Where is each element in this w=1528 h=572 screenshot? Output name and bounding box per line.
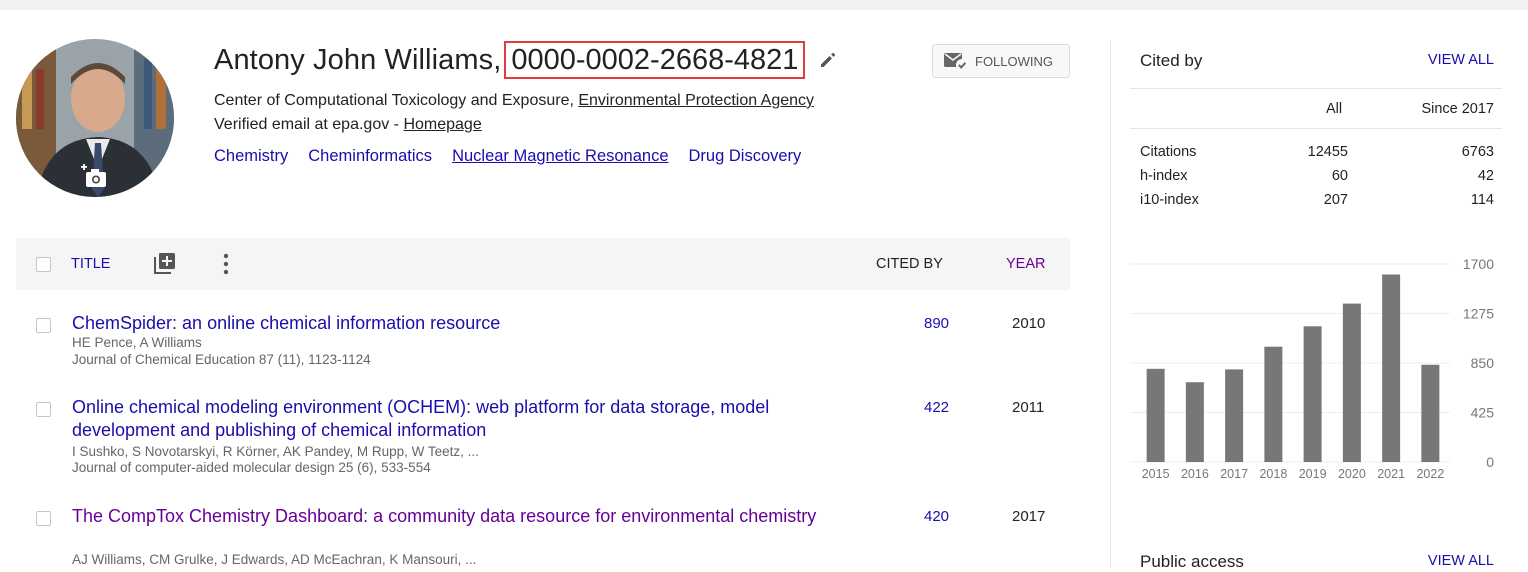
stat-since: 42 (1477, 168, 1494, 184)
article-title[interactable]: The CompTox Chemistry Dashboard: a commu… (72, 505, 862, 528)
sort-by-cited[interactable]: CITED BY (876, 256, 943, 272)
mail-check-icon (944, 53, 968, 71)
article-cited-count[interactable]: 890 (924, 315, 949, 332)
stat-all: 60 (1331, 168, 1348, 184)
email-text: Verified email at epa.gov - (214, 116, 404, 133)
interest-nmr[interactable]: Nuclear Magnetic Resonance (452, 147, 668, 166)
divider (1130, 88, 1502, 89)
affiliation-link[interactable]: Environmental Protection Agency (578, 92, 814, 109)
interest-drug-discovery[interactable]: Drug Discovery (689, 147, 802, 166)
chart-y-tick: 0 (1486, 454, 1494, 470)
article-checkbox[interactable] (36, 402, 51, 417)
chart-x-tick: 2022 (1416, 467, 1444, 481)
article-authors: AJ Williams, CM Grulke, J Edwards, AD Mc… (72, 552, 477, 567)
stat-label: i10-index (1140, 192, 1199, 208)
article-authors: I Sushko, S Novotarskyi, R Körner, AK Pa… (72, 444, 479, 459)
public-access-heading: Public access (1140, 552, 1244, 571)
chart-bar-2021[interactable] (1382, 274, 1401, 462)
stat-all: 207 (1323, 192, 1348, 208)
article-cited-count[interactable]: 420 (924, 508, 949, 525)
public-access-view-all[interactable]: VIEW ALL (1428, 553, 1494, 569)
profile-name: Antony John Williams, (214, 43, 502, 76)
article-row: The CompTox Chemistry Dashboard: a commu… (16, 505, 1070, 568)
citations-bar-chart: 1700 1275 850 425 0 2015 2016 2017 2018 2019 2020 2… (1130, 256, 1495, 481)
chart-bar-2019[interactable] (1303, 326, 1322, 462)
article-year: 2010 (1012, 315, 1046, 332)
profile-name-row: Antony John Williams, 0000-0002-2668-482… (214, 41, 837, 79)
cited-by-heading: Cited by (1140, 51, 1203, 70)
divider (1130, 128, 1502, 129)
verified-email: Verified email at epa.gov - Homepage (214, 116, 482, 134)
chart-x-tick: 2018 (1259, 467, 1287, 481)
edit-pencil-icon[interactable] (819, 51, 837, 69)
chart-x-tick: 2019 (1299, 467, 1327, 481)
add-photo-icon[interactable] (80, 163, 110, 191)
chart-bar-2022[interactable] (1421, 364, 1440, 462)
article-cited-count[interactable]: 422 (924, 399, 949, 416)
article-year: 2011 (1012, 399, 1045, 416)
article-venue: Journal of computer-aided molecular desi… (72, 460, 431, 475)
select-all-checkbox[interactable] (36, 257, 51, 272)
interest-cheminformatics[interactable]: Cheminformatics (308, 147, 432, 166)
article-title[interactable]: ChemSpider: an online chemical informati… (72, 312, 862, 335)
following-button[interactable]: FOLLOWING (932, 44, 1070, 78)
chart-bar-2020[interactable] (1342, 303, 1361, 462)
homepage-link[interactable]: Homepage (403, 116, 481, 133)
article-checkbox[interactable] (36, 318, 51, 333)
stat-since: 6763 (1461, 144, 1494, 160)
chart-bar-2018[interactable] (1264, 346, 1283, 462)
affiliation: Center of Computational Toxicology and E… (214, 92, 814, 110)
orcid-id: 0000-0002-2668-4821 (504, 41, 806, 79)
add-article-icon[interactable] (154, 252, 176, 274)
article-venue: Journal of Chemical Education 87 (11), 1… (72, 352, 371, 367)
stat-label: Citations (1140, 144, 1197, 160)
stat-label: h-index (1140, 168, 1188, 184)
stat-since: 114 (1470, 192, 1494, 208)
articles-table-header: TITLE CITED BY YEAR (16, 238, 1070, 290)
chart-x-tick: 2015 (1142, 467, 1170, 481)
article-checkbox[interactable] (36, 511, 51, 526)
interest-chemistry[interactable]: Chemistry (214, 147, 288, 166)
col-all-header: All (1326, 101, 1343, 117)
sort-by-year[interactable]: YEAR (1006, 256, 1046, 272)
chart-bar-2015[interactable] (1146, 368, 1165, 462)
chart-x-tick: 2016 (1181, 467, 1209, 481)
chart-x-tick: 2021 (1377, 467, 1405, 481)
chart-y-tick: 425 (1471, 405, 1495, 421)
article-authors: HE Pence, A Williams (72, 335, 202, 350)
research-interests: Chemistry Cheminformatics Nuclear Magnet… (214, 147, 801, 166)
more-vert-icon[interactable] (221, 251, 231, 277)
chart-y-tick: 850 (1471, 355, 1495, 371)
column-divider (1110, 40, 1111, 568)
article-row: ChemSpider: an online chemical informati… (16, 312, 1070, 370)
cited-by-view-all[interactable]: VIEW ALL (1428, 52, 1494, 68)
chart-x-tick: 2017 (1220, 467, 1248, 481)
article-row: Online chemical modeling environment (OC… (16, 396, 1070, 482)
sort-by-title[interactable]: TITLE (71, 256, 110, 272)
stat-all: 12455 (1307, 144, 1348, 160)
affiliation-text: Center of Computational Toxicology and E… (214, 92, 579, 109)
chart-y-tick: 1700 (1463, 256, 1494, 272)
following-label: FOLLOWING (975, 53, 1054, 69)
chart-bar-2016[interactable] (1185, 382, 1204, 462)
article-title[interactable]: Online chemical modeling environment (OC… (72, 396, 862, 442)
col-since-header: Since 2017 (1421, 101, 1494, 117)
chart-y-tick: 1275 (1463, 306, 1494, 322)
top-band (0, 0, 1528, 10)
chart-bar-2017[interactable] (1225, 369, 1244, 462)
chart-x-tick: 2020 (1338, 467, 1366, 481)
article-year: 2017 (1012, 508, 1046, 525)
